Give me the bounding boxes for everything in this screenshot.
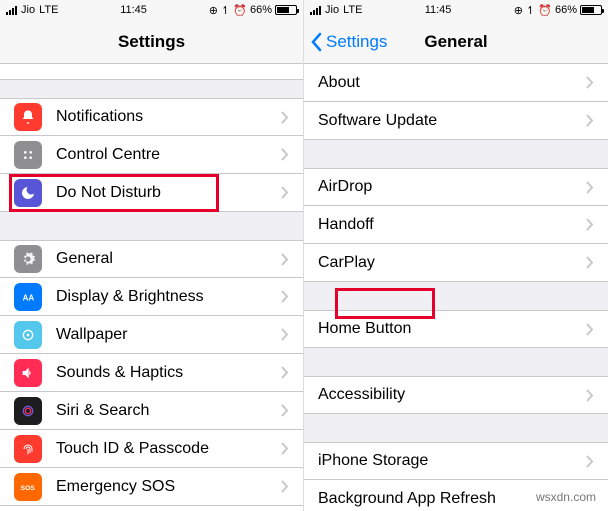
status-time: 11:45 [120,4,147,16]
row-label: Software Update [318,112,586,130]
page-title: General [424,32,487,52]
row-label: Wallpaper [56,326,281,344]
chevron-right-icon [281,480,289,493]
row-label: Accessibility [318,386,586,404]
carrier-label: Jio [325,4,339,16]
row-home-button[interactable]: Home Button [304,310,608,348]
row-label: Sounds & Haptics [56,364,281,382]
chevron-right-icon [281,186,289,199]
chevron-right-icon [281,148,289,161]
row-label: Home Button [318,320,586,338]
chevron-right-icon [281,111,289,124]
status-time: 11:45 [425,4,452,16]
row-dnd[interactable]: Do Not Disturb [0,174,303,212]
settings-screen: Jio LTE 11:45 ⊕ ↿ ⏰ 66% Settings Notific… [0,0,304,511]
notifications-icon [14,103,42,131]
svg-text:SOS: SOS [21,485,36,492]
sos-icon: SOS [14,473,42,501]
row-label: Display & Brightness [56,288,281,306]
row-label: Handoff [318,216,586,234]
row-about[interactable]: About [304,64,608,102]
chevron-right-icon [281,404,289,417]
chevron-right-icon [586,256,594,269]
chevron-right-icon [281,442,289,455]
status-bar: Jio LTE 11:45 ⊕ ↿ ⏰ 66% [0,0,303,20]
display-icon: AA [14,283,42,311]
sounds-icon [14,359,42,387]
chevron-right-icon [586,76,594,89]
page-title: Settings [118,32,185,52]
row-label: Do Not Disturb [56,184,281,202]
network-label: LTE [343,4,362,16]
signal-icon [310,6,321,15]
settings-list[interactable]: Notifications Control Centre Do Not Dist… [0,64,303,511]
row-iphone-storage[interactable]: iPhone Storage [304,442,608,480]
row-label: Emergency SOS [56,478,281,496]
row-general[interactable]: General [0,240,303,278]
chevron-right-icon [586,455,594,468]
gear-icon [14,245,42,273]
row-label: Notifications [56,108,281,126]
row-label: Touch ID & Passcode [56,440,281,458]
dnd-icon [14,179,42,207]
row-label: CarPlay [318,254,586,272]
row-label: General [56,250,281,268]
chevron-right-icon [281,366,289,379]
chevron-right-icon [281,290,289,303]
row-label: iPhone Storage [318,452,586,470]
general-list[interactable]: About Software Update AirDrop Handoff Ca… [304,64,608,511]
row-display[interactable]: AA Display & Brightness [0,278,303,316]
row-control-centre[interactable]: Control Centre [0,136,303,174]
chevron-right-icon [586,218,594,231]
row-wallpaper[interactable]: Wallpaper [0,316,303,354]
chevron-right-icon [586,181,594,194]
row-siri[interactable]: Siri & Search [0,392,303,430]
svg-text:AA: AA [23,293,35,302]
chevron-right-icon [586,389,594,402]
status-bar: Jio LTE 11:45 ⊕ ↿ ⏰ 66% [304,0,608,20]
nav-bar: Settings General [304,20,608,64]
signal-icon [6,6,17,15]
row-touchid[interactable]: Touch ID & Passcode [0,430,303,468]
nav-bar: Settings [0,20,303,64]
battery-icon [580,5,602,15]
watermark: wsxdn.com [532,489,600,505]
row-airdrop[interactable]: AirDrop [304,168,608,206]
row-label: About [318,74,586,92]
back-button[interactable]: Settings [310,32,387,52]
row-sounds[interactable]: Sounds & Haptics [0,354,303,392]
row-label: Control Centre [56,146,281,164]
row-accessibility[interactable]: Accessibility [304,376,608,414]
control-centre-icon [14,141,42,169]
general-screen: Jio LTE 11:45 ⊕ ↿ ⏰ 66% Settings General… [304,0,608,511]
chevron-right-icon [281,253,289,266]
chevron-right-icon [586,114,594,127]
row-label: Siri & Search [56,402,281,420]
row-handoff[interactable]: Handoff [304,206,608,244]
row-label: AirDrop [318,178,586,196]
row-notifications[interactable]: Notifications [0,98,303,136]
chevron-right-icon [281,328,289,341]
battery-pct: 66% [250,4,272,16]
back-label: Settings [326,32,387,52]
alarm-icon: ⊕ ↿ ⏰ [209,4,247,17]
battery-pct: 66% [555,4,577,16]
battery-icon [275,5,297,15]
network-label: LTE [39,4,58,16]
row-software-update[interactable]: Software Update [304,102,608,140]
alarm-icon: ⊕ ↿ ⏰ [514,4,552,17]
carrier-label: Jio [21,4,35,16]
wallpaper-icon [14,321,42,349]
row-sos[interactable]: SOS Emergency SOS [0,468,303,506]
row-carplay[interactable]: CarPlay [304,244,608,282]
touchid-icon [14,435,42,463]
chevron-right-icon [586,323,594,336]
siri-icon [14,397,42,425]
row-battery[interactable]: Battery [0,506,303,511]
